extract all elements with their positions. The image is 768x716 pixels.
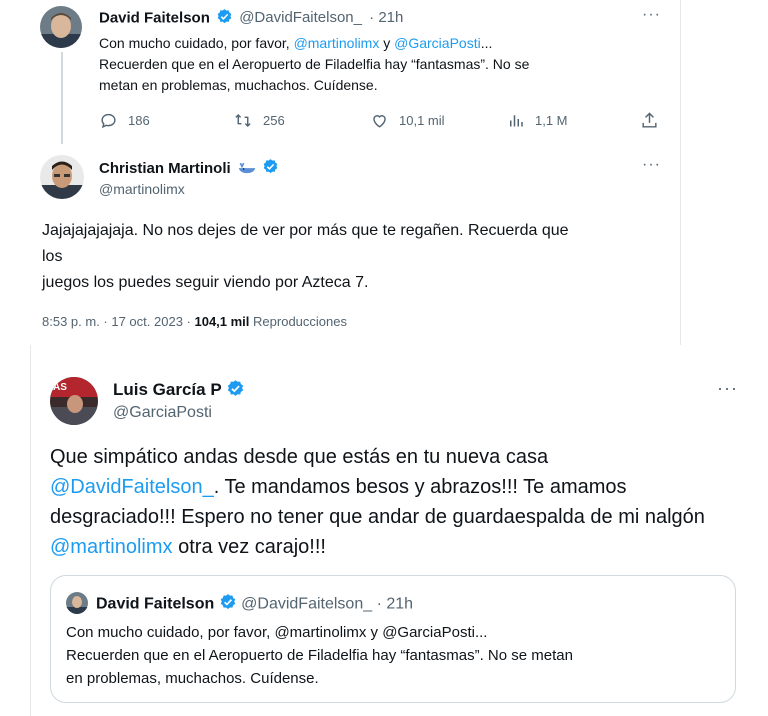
reply-icon [101,113,116,129]
quoted-line3: en problemas, muchachos. Cuídense. [66,670,319,687]
tweet2-timestamp[interactable]: 8:53 p. m. · 17 oct. 2023 · [42,314,194,329]
quoted-line2: Recuerden que en el Aeropuerto de Filade… [66,647,573,664]
more-icon[interactable]: ··· [717,378,738,399]
more-icon[interactable]: ··· [642,156,661,174]
reply-line2: @DavidFaitelson_. Te mandamos besos y ab… [50,472,750,502]
reply-text: Que simpático andas desde que estás en t… [50,442,750,562]
panel-divider [680,0,681,345]
retweet-icon [235,113,251,128]
tweet1-handle[interactable]: @DavidFaitelson_ [239,9,362,26]
quoted-handle: @DavidFaitelson_ [241,595,373,613]
mention-link[interactable]: @martinolimx [294,35,380,51]
tweet2-meta: 8:53 p. m. · 17 oct. 2023 · 104,1 mil Re… [42,314,347,329]
tweet1-line2: Recuerden que en el Aeropuerto de Filade… [99,56,530,72]
share-icon [642,112,657,128]
tweet1-display-name[interactable]: David Faitelson [99,9,210,26]
reply-display-name[interactable]: Luis García P [113,380,222,399]
tweet1-line1: Con mucho cuidado, por favor, @martinoli… [99,33,659,54]
reply-line4: @martinolimx otra vez carajo!!! [50,532,750,562]
reply-line2-text: . Te mandamos besos y abrazos!!! Te amam… [213,476,627,498]
share-button[interactable] [640,111,659,130]
tweet2-line1: Jajajajajajaja. No nos dejes de ver por … [42,222,569,239]
avatar-david-faitelson[interactable] [40,6,82,48]
tweet2-line2: los [42,248,63,265]
verified-badge-icon [219,593,237,616]
tweet2-views-label: Reproducciones [249,314,347,329]
tweet1-time[interactable]: · 21h [369,9,403,26]
tweet2-view-count: 104,1 mil [194,314,250,329]
tweet1-text-prefix: Con mucho cuidado, por favor, [99,35,294,51]
avatar-image [40,155,84,199]
views-icon [510,115,523,127]
tweet1-text-suffix: ... [480,35,493,51]
verified-badge-icon [216,8,233,29]
tweet2-text: Jajajajajajaja. No nos dejes de ver por … [42,218,672,296]
quoted-display-name: David Faitelson [96,595,215,613]
quoted-avatar-david-faitelson [66,592,88,614]
mention-link[interactable]: @GarciaPosti [394,35,481,51]
quoted-header: David Faitelson @DavidFaitelson_ · 21h [96,593,413,616]
whale-emoji-icon [237,158,257,180]
mention-link[interactable]: @martinolimx [50,536,173,558]
views-button[interactable]: 1,1 M [507,111,568,130]
reply-count: 186 [128,113,150,128]
retweet-button[interactable]: 256 [233,111,285,130]
tweet2-display-name[interactable]: Christian Martinoli [99,160,231,177]
like-count: 10,1 mil [399,113,445,128]
like-icon [373,115,386,128]
verified-badge-icon [226,379,245,403]
avatar-image [66,592,88,614]
avatar-christian-martinoli[interactable] [40,155,84,199]
tweet1-text: Con mucho cuidado, por favor, @martinoli… [99,33,659,96]
tweet2-line3: juegos los puedes seguir viendo por Azte… [42,274,369,291]
tweet2-header: Christian Martinoli [99,158,279,180]
reply-line1: Que simpático andas desde que estás en t… [50,446,549,468]
quoted-time: · 21h [376,595,414,613]
avatar-image [40,6,82,48]
avatar-luis-garcia[interactable]: AS [50,377,98,425]
reply-button[interactable]: 186 [99,111,150,130]
retweet-count: 256 [263,113,285,128]
reply-header: Luis García P [113,379,245,403]
like-button[interactable]: 10,1 mil [370,111,445,130]
tweet1-line3: metan en problemas, muchachos. Cuídense. [99,77,378,93]
tweet1-header: David Faitelson @DavidFaitelson_ · 21h [99,8,403,28]
mention-link[interactable]: @DavidFaitelson_ [50,476,214,498]
views-count: 1,1 M [535,113,568,128]
verified-badge-icon [262,158,279,180]
quoted-line1: Con mucho cuidado, por favor, @martinoli… [66,624,488,641]
reply-line3: desgraciado!!! Espero no tener que andar… [50,506,705,528]
reply-handle[interactable]: @GarciaPosti [113,404,212,422]
quoted-text: Con mucho cuidado, por favor, @martinoli… [66,621,726,690]
more-icon[interactable]: ··· [642,6,661,24]
reply-line4-text: otra vez carajo!!! [172,536,326,558]
thread-connector-line [61,52,63,144]
tweet1-text-mid: y [379,35,395,51]
tweet2-handle[interactable]: @martinolimx [99,181,185,197]
avatar-image: AS [50,377,98,425]
